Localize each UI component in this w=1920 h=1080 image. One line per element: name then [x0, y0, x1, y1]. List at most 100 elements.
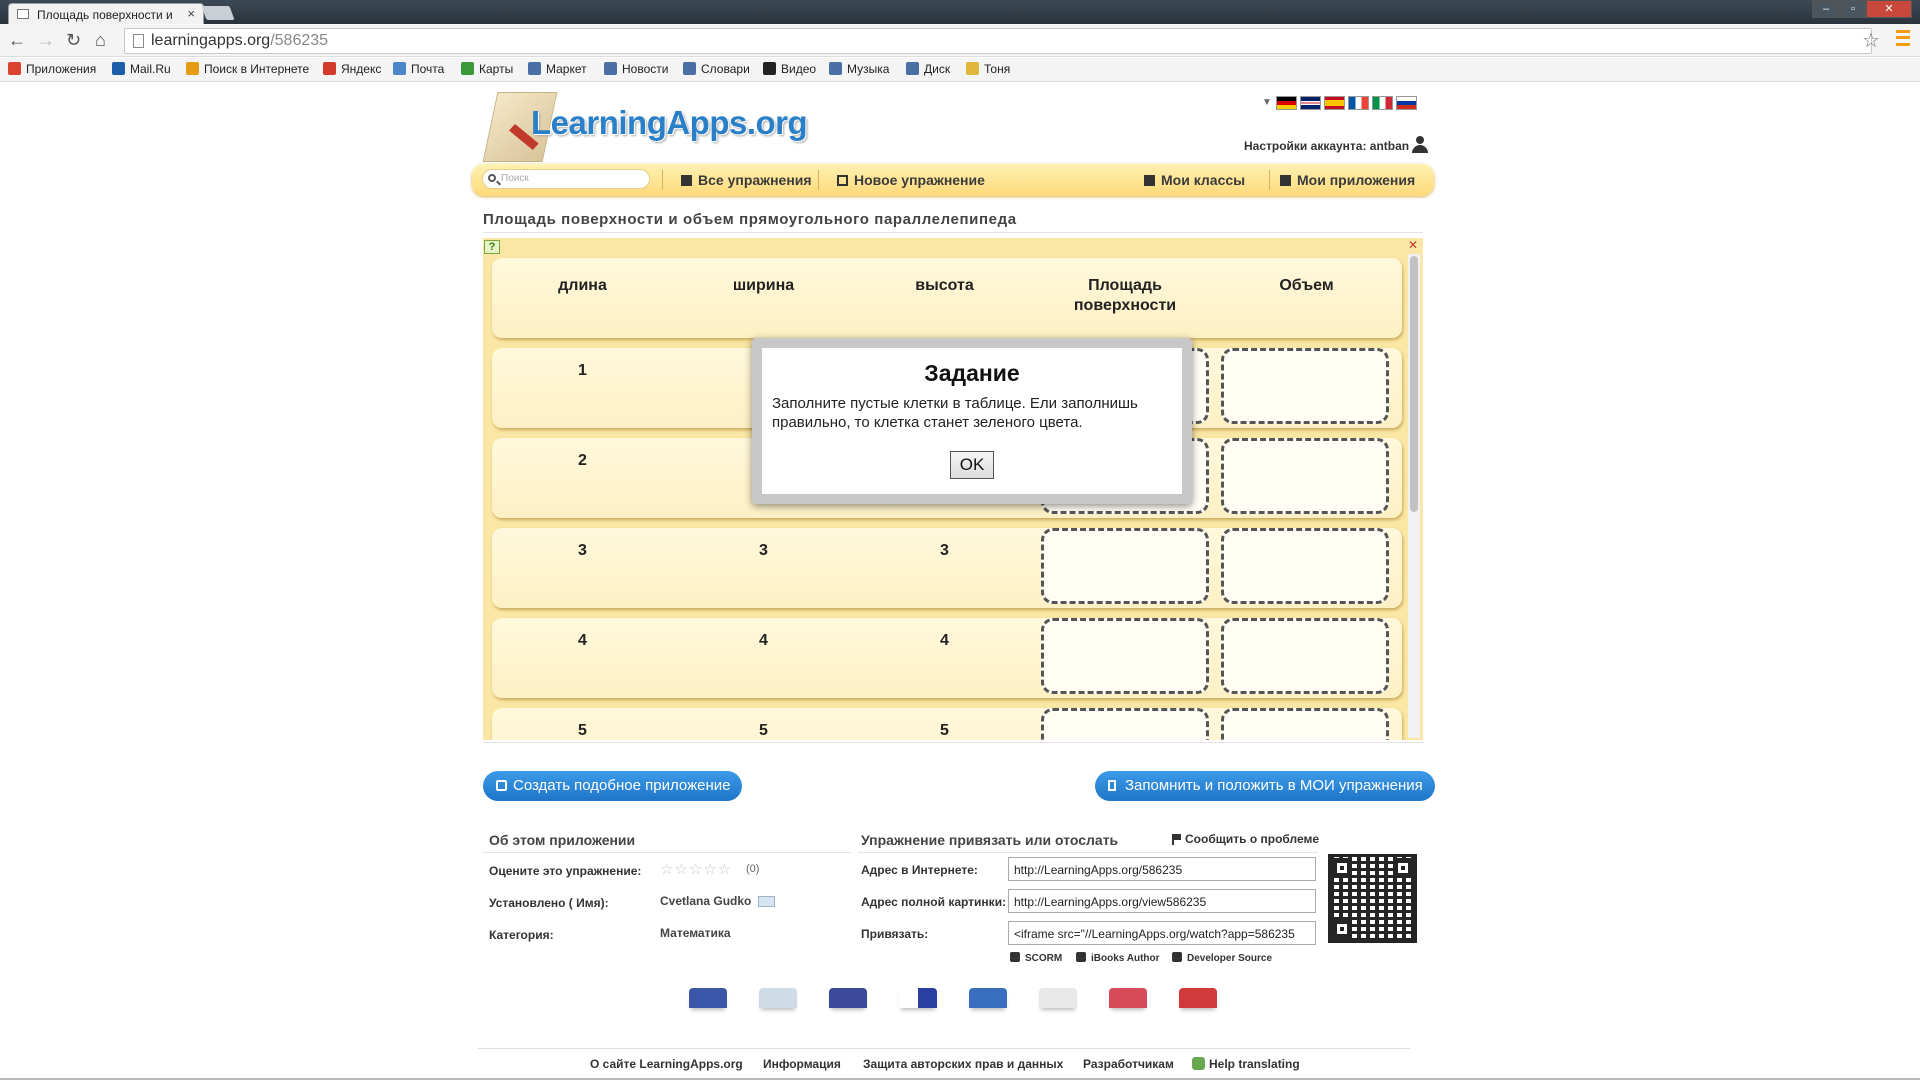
bookmark-web-search[interactable]: Поиск в Интернете — [186, 62, 309, 76]
bookmark-music[interactable]: Музыка — [829, 62, 889, 76]
scorm-export-link[interactable]: SCORM — [1010, 952, 1062, 964]
rate-label: Оцените это упражнение: — [489, 864, 642, 878]
flag-it-icon[interactable] — [1372, 96, 1393, 110]
footer-privacy-link[interactable]: Защита авторских прав и данных — [863, 1057, 1063, 1071]
volume-input[interactable] — [1221, 348, 1389, 424]
full-image-label: Адрес полной картинки: — [861, 895, 1007, 909]
author-label: Установлено ( Имя): — [489, 896, 609, 910]
page-favicon-icon — [17, 9, 29, 19]
delicious-share-icon[interactable] — [899, 988, 937, 1008]
tab-close-icon[interactable]: × — [187, 6, 195, 21]
flag-de-icon[interactable] — [1276, 96, 1297, 110]
ok-button[interactable]: OK — [950, 451, 994, 479]
main-navbar: Поиск Все упражнения Новое упражнение Мо… — [472, 164, 1434, 196]
cell-height: 3 — [940, 542, 949, 559]
table-row: 5 5 5 — [492, 708, 1402, 740]
reload-icon[interactable]: ↻ — [66, 30, 81, 51]
category-value: Математика — [660, 926, 731, 940]
bookmark-maps[interactable]: Карты — [461, 62, 513, 76]
address-bar[interactable]: learningapps.org/586235 — [124, 28, 1872, 54]
save-to-my-exercises-button[interactable]: Запомнить и положить в МОИ упражнения — [1095, 771, 1435, 801]
flag-es-icon[interactable] — [1324, 96, 1345, 110]
ibooks-export-link[interactable]: iBooks Author — [1076, 952, 1160, 964]
title-divider — [483, 232, 1423, 233]
help-icon[interactable]: ? — [484, 240, 500, 254]
minimize-button[interactable]: – — [1812, 0, 1840, 18]
report-problem-link[interactable]: Сообщить о проблеме — [1172, 832, 1319, 846]
maximize-button[interactable]: ▫ — [1840, 0, 1866, 18]
volume-input[interactable] — [1221, 528, 1389, 604]
surface-area-input[interactable] — [1041, 528, 1209, 604]
google-plus-share-icon[interactable] — [1179, 988, 1217, 1008]
qr-finder-icon — [1332, 858, 1352, 878]
myspace-share-icon[interactable] — [969, 988, 1007, 1008]
surface-area-input[interactable] — [1041, 708, 1209, 740]
cell-height: 4 — [940, 632, 949, 649]
folder-open-icon — [1280, 175, 1291, 186]
back-arrow-icon[interactable]: ← — [8, 30, 26, 51]
bookmark-news[interactable]: Новости — [604, 62, 668, 76]
bookmark-mail[interactable]: Почта — [393, 62, 444, 76]
bookmark-disk[interactable]: Диск — [906, 62, 950, 76]
bookmark-folder-tonya[interactable]: Тоня — [966, 62, 1010, 76]
nav-new-exercise[interactable]: Новое упражнение — [837, 172, 985, 188]
surface-area-input[interactable] — [1041, 618, 1209, 694]
bookmark-dictionaries[interactable]: Словари — [683, 62, 750, 76]
footer-help-translating-link[interactable]: Help translating — [1192, 1057, 1300, 1071]
create-similar-button[interactable]: Создать подобное приложение — [483, 771, 743, 801]
cell-length: 2 — [578, 452, 587, 469]
browser-menu-icon[interactable] — [1896, 30, 1910, 46]
footer-info-link[interactable]: Информация — [763, 1057, 841, 1071]
nav-all-exercises[interactable]: Все упражнения — [681, 172, 812, 188]
facebook-share-icon[interactable] — [829, 988, 867, 1008]
forward-arrow-icon[interactable]: → — [37, 30, 55, 51]
language-dropdown-icon[interactable]: ▼ — [1262, 97, 1272, 108]
url-path: /586235 — [270, 32, 329, 49]
author-name: Cvetlana Gudko — [660, 894, 752, 908]
bookmark-star-icon[interactable]: ☆ — [1862, 28, 1880, 53]
bookmark-video[interactable]: Видео — [763, 62, 816, 76]
new-tab-button[interactable] — [201, 6, 235, 20]
home-icon[interactable]: ⌂ — [95, 30, 106, 51]
nav-my-classes[interactable]: Мои классы — [1144, 172, 1245, 188]
video-play-icon — [763, 62, 776, 75]
envelope-icon[interactable] — [758, 896, 775, 907]
pinterest-share-icon[interactable] — [1109, 988, 1147, 1008]
browser-tab[interactable]: Площадь поверхности и × — [8, 3, 204, 24]
edit-icon — [496, 780, 507, 791]
email-share-icon[interactable] — [689, 988, 727, 1008]
developer-source-link[interactable]: Developer Source — [1172, 952, 1272, 964]
google-share-icon[interactable] — [1039, 988, 1077, 1008]
search-input[interactable]: Поиск — [482, 169, 650, 189]
volume-input[interactable] — [1221, 438, 1389, 514]
bookmark-yandex[interactable]: Яндекс — [323, 62, 381, 76]
twitter-share-icon[interactable] — [759, 988, 797, 1008]
exercise-scrollbar-thumb[interactable] — [1410, 256, 1418, 512]
rating-stars[interactable]: ☆☆☆☆☆ — [660, 860, 732, 878]
footer-developers-link[interactable]: Разработчикам — [1083, 1057, 1174, 1071]
table-row: 4 4 4 — [492, 618, 1402, 698]
url-field[interactable]: http://LearningApps.org/586235 — [1008, 857, 1316, 881]
bookmark-market[interactable]: Маркет — [528, 62, 587, 76]
volume-input[interactable] — [1221, 708, 1389, 740]
flag-fr-icon[interactable] — [1348, 96, 1369, 110]
site-logo[interactable]: LearningApps.org — [531, 104, 808, 142]
folder-icon — [966, 62, 979, 75]
fullscreen-close-icon[interactable]: ✕ — [1408, 239, 1420, 252]
nav-divider — [818, 170, 819, 190]
bookmark-icon — [1108, 780, 1116, 791]
nav-my-apps[interactable]: Мои приложения — [1280, 172, 1415, 188]
page-icon — [133, 34, 144, 48]
account-settings-link[interactable]: Настройки аккаунта: antban — [1244, 139, 1409, 153]
embed-code-field[interactable]: <iframe src="//LearningApps.org/watch?ap… — [1008, 921, 1316, 945]
flag-ru-icon[interactable] — [1396, 96, 1417, 110]
bookmark-mailru[interactable]: Mail.Ru — [112, 62, 171, 76]
flag-en-icon[interactable] — [1300, 96, 1321, 110]
full-image-url-field[interactable]: http://LearningApps.org/view586235 — [1008, 889, 1316, 913]
footer-about-link[interactable]: О сайте LearningApps.org — [590, 1057, 743, 1071]
browser-toolbar: ← → ↻ ⌂ learningapps.org/586235 ☆ — [0, 24, 1920, 57]
close-window-button[interactable]: ✕ — [1866, 0, 1912, 18]
volume-input[interactable] — [1221, 618, 1389, 694]
user-icon[interactable] — [1412, 136, 1428, 154]
bookmark-apps[interactable]: Приложения — [8, 62, 96, 76]
